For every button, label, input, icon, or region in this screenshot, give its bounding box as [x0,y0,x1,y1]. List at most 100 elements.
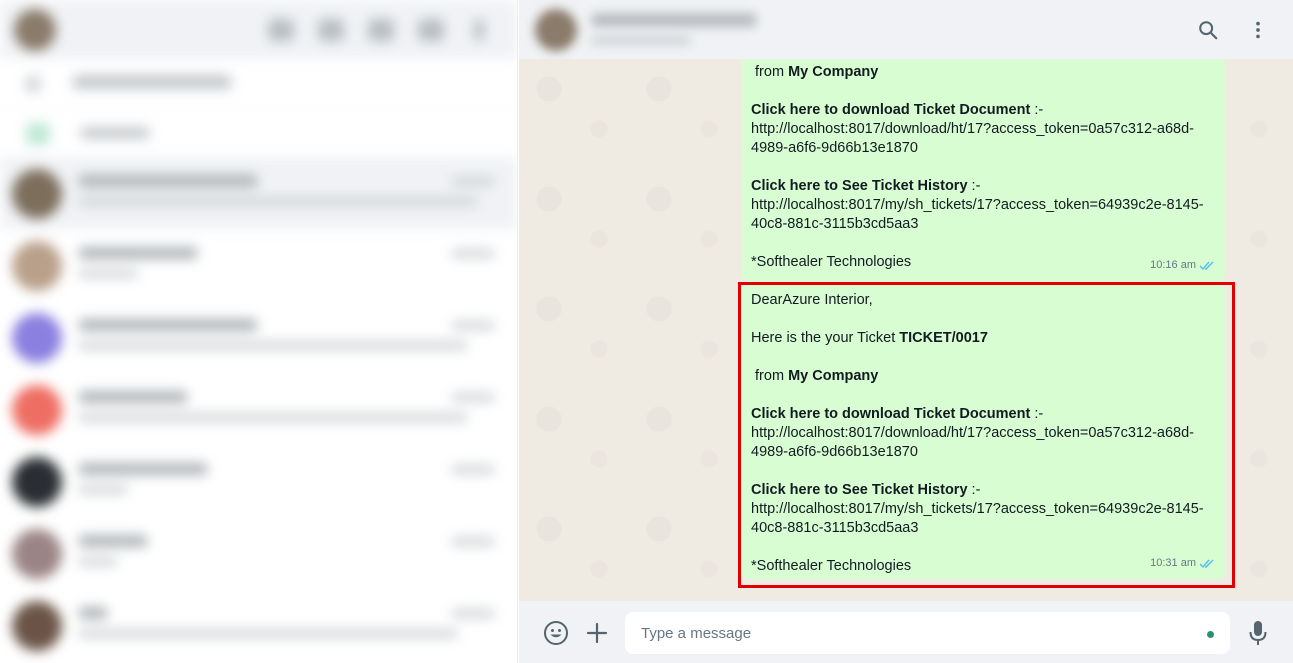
chat-list-item[interactable] [0,157,517,229]
chat-list-item[interactable] [0,229,517,301]
message-line [751,386,1215,405]
search-button[interactable] [1195,17,1221,43]
message-text-part: Click here to download Ticket Document [751,102,1031,118]
new-chat-icon[interactable] [418,19,444,41]
message-text: DearAzure Interior, Here is the your Tick… [751,291,1215,576]
message-line [751,234,1215,253]
message-time: 10:16 am [1150,259,1196,271]
message-line: from My Company [751,63,1215,82]
chat-name [78,175,258,187]
communities-icon[interactable] [268,19,294,41]
message-text-part: http://localhost:8017/download/ht/17?acc… [751,121,1194,156]
voice-button[interactable] [1243,618,1273,648]
message-line: Click here to See Ticket History :- [751,177,1215,196]
message-text-part: Here is the your Ticket [751,330,900,346]
chat-list-item[interactable] [0,373,517,445]
avatar [12,529,62,579]
archived-row[interactable] [0,109,517,157]
search-icon [1199,21,1218,40]
message-line: from My Company [751,367,1215,386]
message-text-part: from [751,64,789,80]
message-line: Click here to download Ticket Document :… [751,405,1215,424]
message-line: http://localhost:8017/download/ht/17?acc… [751,120,1215,158]
chat-preview [78,341,468,350]
message-text-part: http://localhost:8017/download/ht/17?acc… [751,425,1194,460]
search-icon [24,75,42,93]
message-text-part: My Company [788,368,879,384]
read-ticks-icon [1199,559,1214,569]
chat-name [78,607,108,619]
archive-icon [26,123,50,145]
message-meta: 10:31 am [1150,554,1215,573]
chat-name [78,391,188,403]
message-text-part: Click here to See Ticket History [751,482,968,498]
contact-name[interactable] [591,13,757,27]
chat-time [451,537,495,546]
microphone-icon [1249,621,1267,645]
chat-time [451,393,495,402]
message-text-part: *Softhealer Technologies [751,558,912,574]
menu-dots-icon [1256,21,1260,39]
chat-list-item[interactable] [0,301,517,373]
message-line: Click here to See Ticket History :- [751,481,1215,500]
message-line [751,462,1215,481]
avatar [12,169,62,219]
chat-time [451,321,495,330]
user-avatar[interactable] [14,9,56,51]
emoji-button[interactable] [541,618,571,648]
chat-list-item[interactable] [0,445,517,517]
search-input[interactable] [72,75,232,89]
chat-time [451,249,495,258]
chat-preview [78,413,468,422]
attach-button[interactable] [582,618,612,648]
message-text-part: :- [1030,406,1044,422]
conversation-panel: from My Company Click here to download Ti… [519,0,1293,663]
message-meta: 10:16 am [1150,256,1215,275]
chat-list-item[interactable] [0,589,517,661]
message-text-part: from [751,368,789,384]
read-ticks-icon [1199,261,1214,271]
chat-time [451,465,495,474]
menu-dots-icon[interactable] [474,19,484,41]
message-text-part: *Softhealer Technologies [751,254,912,270]
message-line: http://localhost:8017/my/sh_tickets/17?a… [751,196,1215,234]
message-line [751,538,1215,557]
avatar [12,313,62,363]
composer [519,601,1293,663]
chat-preview [78,557,118,566]
channels-icon[interactable] [368,19,394,41]
message-text-part: :- [967,178,981,194]
status-icon[interactable] [318,19,344,41]
chat-name [78,247,198,259]
message-input[interactable] [625,612,1230,654]
message-line [751,82,1215,101]
message-text-part: Click here to download Ticket Document [751,406,1031,422]
message-bubble[interactable]: from My Company Click here to download Ti… [741,59,1225,281]
message-bubble[interactable]: DearAzure Interior, Here is the your Tick… [741,285,1225,579]
chat-search[interactable] [0,59,517,109]
message-line: *Softhealer Technologies [751,557,1215,576]
plus-icon [586,622,608,644]
message-text-part: Click here to See Ticket History [751,178,968,194]
message-text-part: My Company [788,64,879,80]
emoji-icon [544,621,568,645]
contact-avatar[interactable] [535,9,577,51]
message-line: Click here to download Ticket Document :… [751,101,1215,120]
message-line [751,158,1215,177]
chat-name [78,319,258,331]
avatar [12,601,62,651]
message-area[interactable]: from My Company Click here to download Ti… [519,59,1293,601]
chat-list-item[interactable] [0,517,517,589]
chat-preview [78,629,458,638]
status-dot [1207,631,1214,638]
contact-status [591,36,691,45]
avatar [12,457,62,507]
avatar [12,241,62,291]
message-text-part: :- [967,482,981,498]
chat-name [78,463,208,475]
chat-list-panel [0,0,518,663]
avatar [12,385,62,435]
message-line [751,310,1215,329]
menu-button[interactable] [1245,17,1271,43]
message-text-part: http://localhost:8017/my/sh_tickets/17?a… [751,197,1204,232]
